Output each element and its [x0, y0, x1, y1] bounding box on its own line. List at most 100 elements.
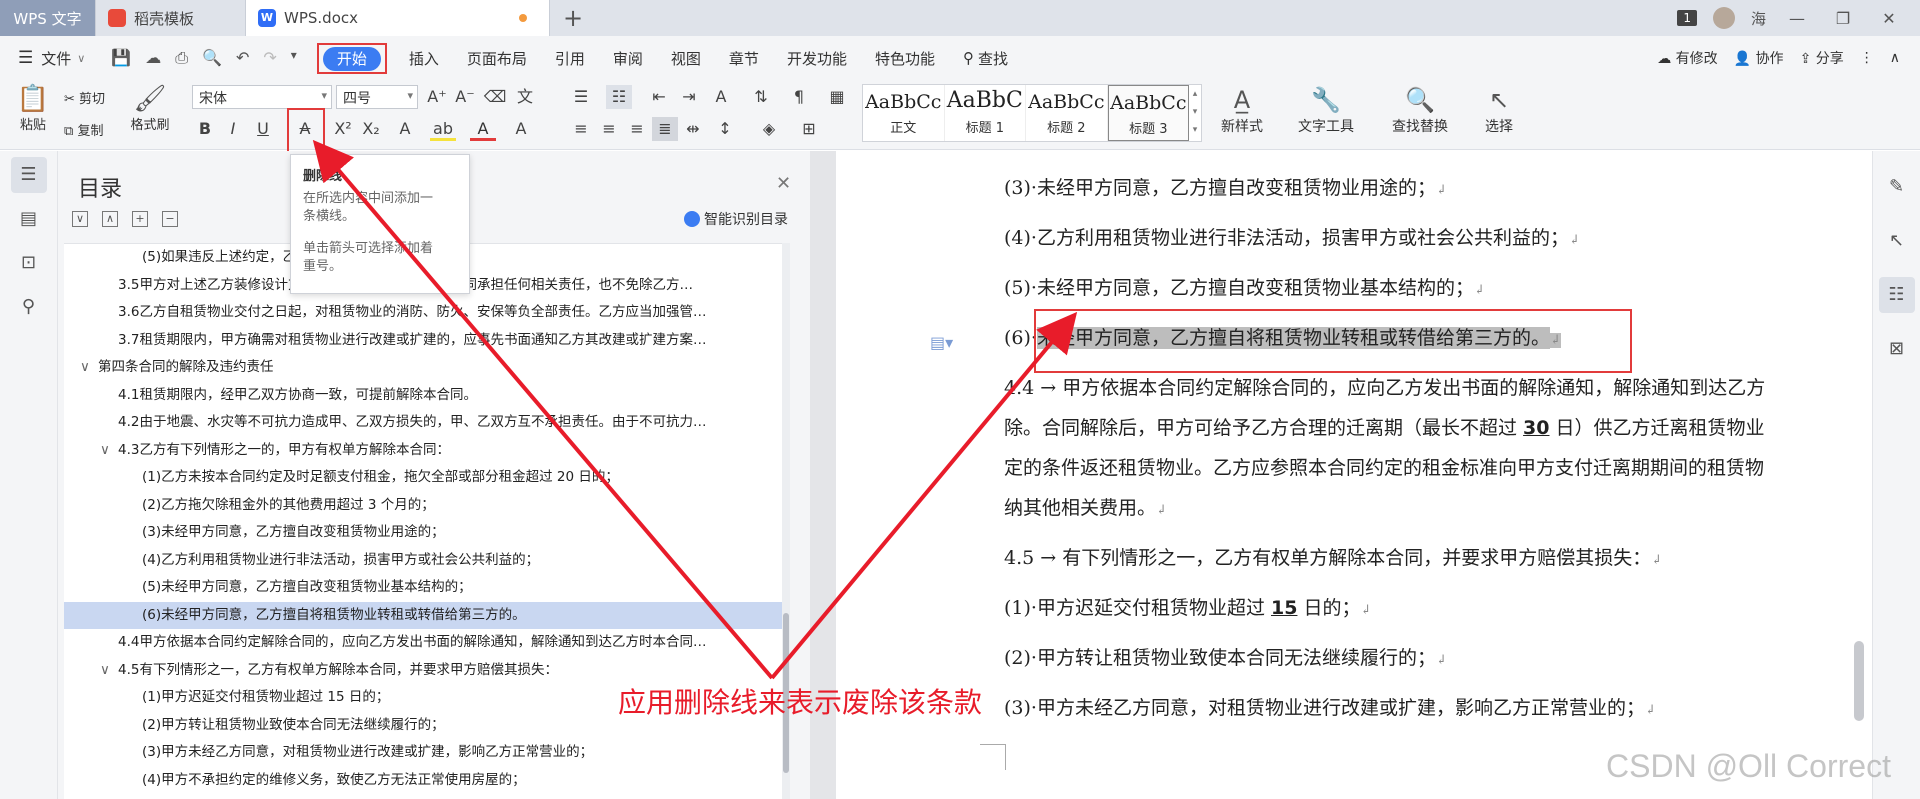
- align-left-icon[interactable]: ≡: [568, 117, 594, 141]
- toc-item[interactable]: 3.7租赁期限内，甲方确需对租赁物业进行改建或扩建的，应事先书面通知乙方其改建或…: [64, 327, 784, 355]
- toc-item[interactable]: ∨ 4.5有下列情形之一，乙方有权单方解除本合同，并要求甲方赔偿其损失：: [64, 657, 784, 685]
- doc-paragraph[interactable]: (4)·乙方利用租赁物业进行非法活动，损害甲方或社会公共利益的；↲: [1004, 223, 1580, 250]
- chinese-layout-icon[interactable]: A: [708, 85, 734, 109]
- clear-format-icon[interactable]: ⌫: [482, 85, 508, 109]
- toc-item[interactable]: 3.6乙方自租赁物业交付之日起，对租赁物业的消防、防火、安保等负全部责任。乙方应…: [64, 299, 784, 327]
- tab-review[interactable]: 审阅: [599, 43, 657, 73]
- select-button[interactable]: ↖ 选择: [1470, 84, 1528, 136]
- tab-chapter[interactable]: 章节: [715, 43, 773, 73]
- format-painter-button[interactable]: 🖌 格式刷: [124, 84, 176, 133]
- doc-paragraph[interactable]: 纳其他相关费用。↲: [1004, 493, 1167, 520]
- close-icon[interactable]: ✕: [776, 173, 791, 194]
- tab-start[interactable]: 开始: [322, 46, 381, 71]
- shading-icon[interactable]: ◈: [756, 117, 782, 141]
- bold-icon[interactable]: B: [192, 117, 218, 141]
- print-icon[interactable]: ⎙: [175, 48, 188, 68]
- style-heading-3[interactable]: AaBbCc 标题 3: [1107, 85, 1190, 141]
- decrease-indent-icon[interactable]: ⇤: [646, 85, 672, 109]
- toc-item[interactable]: 4.4甲方依据本合同约定解除合同的，应向乙方发出书面的解除通知，解除通知到达乙方…: [64, 629, 784, 657]
- collapse-all-icon[interactable]: ∨: [72, 211, 88, 227]
- phonetic-icon[interactable]: 文: [512, 85, 538, 109]
- avatar[interactable]: [1712, 7, 1735, 29]
- restore-icon[interactable]: ❐: [1828, 9, 1858, 28]
- doc-paragraph[interactable]: 除。合同解除后，甲方可给予乙方合理的迁离期（最长不超过 30 日）供乙方迁离租赁…: [1004, 413, 1765, 440]
- font-color-icon[interactable]: A: [470, 117, 496, 141]
- grow-font-icon[interactable]: A⁺: [424, 85, 450, 109]
- align-center-icon[interactable]: ≡: [596, 117, 622, 141]
- document-scroll-thumb[interactable]: [1854, 641, 1864, 721]
- doc-paragraph[interactable]: (3)·未经甲方同意，乙方擅自改变租赁物业用途的；↲: [1004, 173, 1447, 200]
- show-marks-icon[interactable]: ¶: [786, 85, 812, 109]
- tab-references[interactable]: 引用: [541, 43, 599, 73]
- cut-button[interactable]: ✂ 剪切: [64, 88, 105, 107]
- toc-item[interactable]: (4)甲方不承担约定的维修义务，致使乙方无法正常使用房屋的；: [64, 767, 784, 795]
- print-preview-icon[interactable]: 🔍: [202, 48, 222, 68]
- sort-icon[interactable]: ⇅: [748, 85, 774, 109]
- doc-paragraph[interactable]: (3)·甲方未经乙方同意，对租赁物业进行改建或扩建，影响乙方正常营业的；↲: [1004, 693, 1656, 720]
- superscript-icon[interactable]: X²: [330, 117, 356, 141]
- italic-icon[interactable]: I: [220, 117, 246, 141]
- increase-indent-icon[interactable]: ⇥: [676, 85, 702, 109]
- style-heading-2[interactable]: AaBbCc 标题 2: [1026, 85, 1108, 141]
- toc-list-icon[interactable]: ☰: [10, 157, 47, 193]
- bullets-icon[interactable]: ☰: [568, 85, 594, 109]
- copy-button[interactable]: ⧉ 复制: [64, 120, 103, 139]
- tab-developer[interactable]: 开发功能: [773, 43, 861, 73]
- text-effect-icon[interactable]: A: [392, 117, 418, 141]
- new-tab-button[interactable]: +: [550, 0, 596, 36]
- toc-item[interactable]: 4.1租赁期限内，经甲乙双方协商一致，可提前解除本合同。: [64, 382, 784, 410]
- doc-paragraph[interactable]: 定的条件返还租赁物业。乙方应参照本合同约定的租金标准向甲方支付迁离期期间的租赁物: [1004, 453, 1764, 480]
- toc-expand-icon[interactable]: ∨: [100, 657, 118, 685]
- style-normal[interactable]: AaBbCc 正文: [863, 85, 945, 141]
- smart-toc-button[interactable]: 智能识别目录: [684, 209, 788, 229]
- toc-expand-icon[interactable]: ∨: [100, 437, 118, 465]
- toc-item[interactable]: 4.2由于地震、水灾等不可抗力造成甲、乙双方损失的，甲、乙双方互不承担责任。由于…: [64, 409, 784, 437]
- save-icon[interactable]: 💾: [111, 48, 131, 68]
- new-style-button[interactable]: A̲ 新样式: [1210, 84, 1274, 136]
- underline-icon[interactable]: U: [250, 117, 276, 141]
- find-replace-button[interactable]: 🔍 查找替换: [1380, 84, 1460, 136]
- pen-icon[interactable]: ✎: [1879, 169, 1915, 205]
- settings-sliders-icon[interactable]: ☷: [1878, 277, 1915, 313]
- remove-item-icon[interactable]: −: [162, 211, 178, 227]
- more-menu-icon[interactable]: ⋮: [1860, 50, 1874, 66]
- subscript-icon[interactable]: X₂: [358, 117, 384, 141]
- undo-icon[interactable]: ↶: [236, 48, 249, 68]
- table-icon[interactable]: ▦: [824, 85, 850, 109]
- toc-item[interactable]: (2)乙方拖欠除租金外的其他费用超过 3 个月的；: [64, 492, 784, 520]
- tab-document[interactable]: W WPS.docx: [246, 0, 550, 36]
- changes-button[interactable]: ☁ 有修改: [1657, 48, 1717, 68]
- close-window-icon[interactable]: ✕: [1874, 9, 1904, 28]
- char-shading-icon[interactable]: A: [508, 117, 534, 141]
- toc-expand-icon[interactable]: ∨: [80, 354, 98, 382]
- highlight-color-icon[interactable]: ab: [430, 117, 456, 141]
- toc-item[interactable]: (6)未经甲方同意，乙方擅自将租赁物业转租或转借给第三方的。: [64, 601, 784, 629]
- cloud-icon[interactable]: ☁: [145, 48, 161, 68]
- style-heading-1[interactable]: AaBbC 标题 1: [945, 85, 1027, 141]
- paragraph-menu-icon[interactable]: ▤▾: [930, 333, 953, 352]
- toc-item[interactable]: ∨ 第四条合同的解除及违约责任: [64, 354, 784, 382]
- file-menu[interactable]: ☰ 文件 ∨: [14, 43, 99, 73]
- pointer-icon[interactable]: ↖: [1879, 223, 1915, 259]
- minimize-icon[interactable]: —: [1782, 9, 1812, 28]
- tab-insert[interactable]: 插入: [395, 43, 453, 73]
- tab-page-layout[interactable]: 页面布局: [453, 43, 541, 73]
- style-gallery-scroll[interactable]: ▴ ▾ ▾: [1189, 85, 1201, 141]
- toc-item[interactable]: (4)乙方利用租赁物业进行非法活动，损害甲方或社会公共利益的；: [64, 547, 784, 575]
- collaborate-button[interactable]: 👤 协作: [1734, 48, 1784, 68]
- document-scrollbar[interactable]: [1846, 151, 1872, 799]
- distributed-icon[interactable]: ⇹: [680, 117, 706, 141]
- page-thumb-icon[interactable]: ▤: [11, 201, 47, 237]
- toc-item[interactable]: ∨ 4.3乙方有下列情形之一的，甲方有权单方解除本合同：: [64, 437, 784, 465]
- doc-paragraph[interactable]: (5)·未经甲方同意，乙方擅自改变租赁物业基本结构的；↲: [1004, 273, 1485, 300]
- close-panel-icon[interactable]: ⊠: [1879, 331, 1915, 367]
- bookmark-icon[interactable]: ⊡: [11, 245, 47, 281]
- toc-item[interactable]: (3)甲方未经乙方同意，对租赁物业进行改建或扩建，影响乙方正常营业的；: [64, 739, 784, 767]
- font-name-select[interactable]: 宋体: [192, 85, 332, 109]
- toc-item[interactable]: (1)乙方未按本合同约定及时足额支付租金，拖欠全部或部分租金超过 20 日的；: [64, 464, 784, 492]
- redo-icon[interactable]: ↷: [263, 48, 276, 68]
- window-count-badge[interactable]: 1: [1677, 10, 1697, 26]
- text-tools-button[interactable]: 🔧 文字工具: [1286, 84, 1366, 136]
- tab-view[interactable]: 视图: [657, 43, 715, 73]
- tab-template[interactable]: 稻壳模板: [96, 0, 246, 36]
